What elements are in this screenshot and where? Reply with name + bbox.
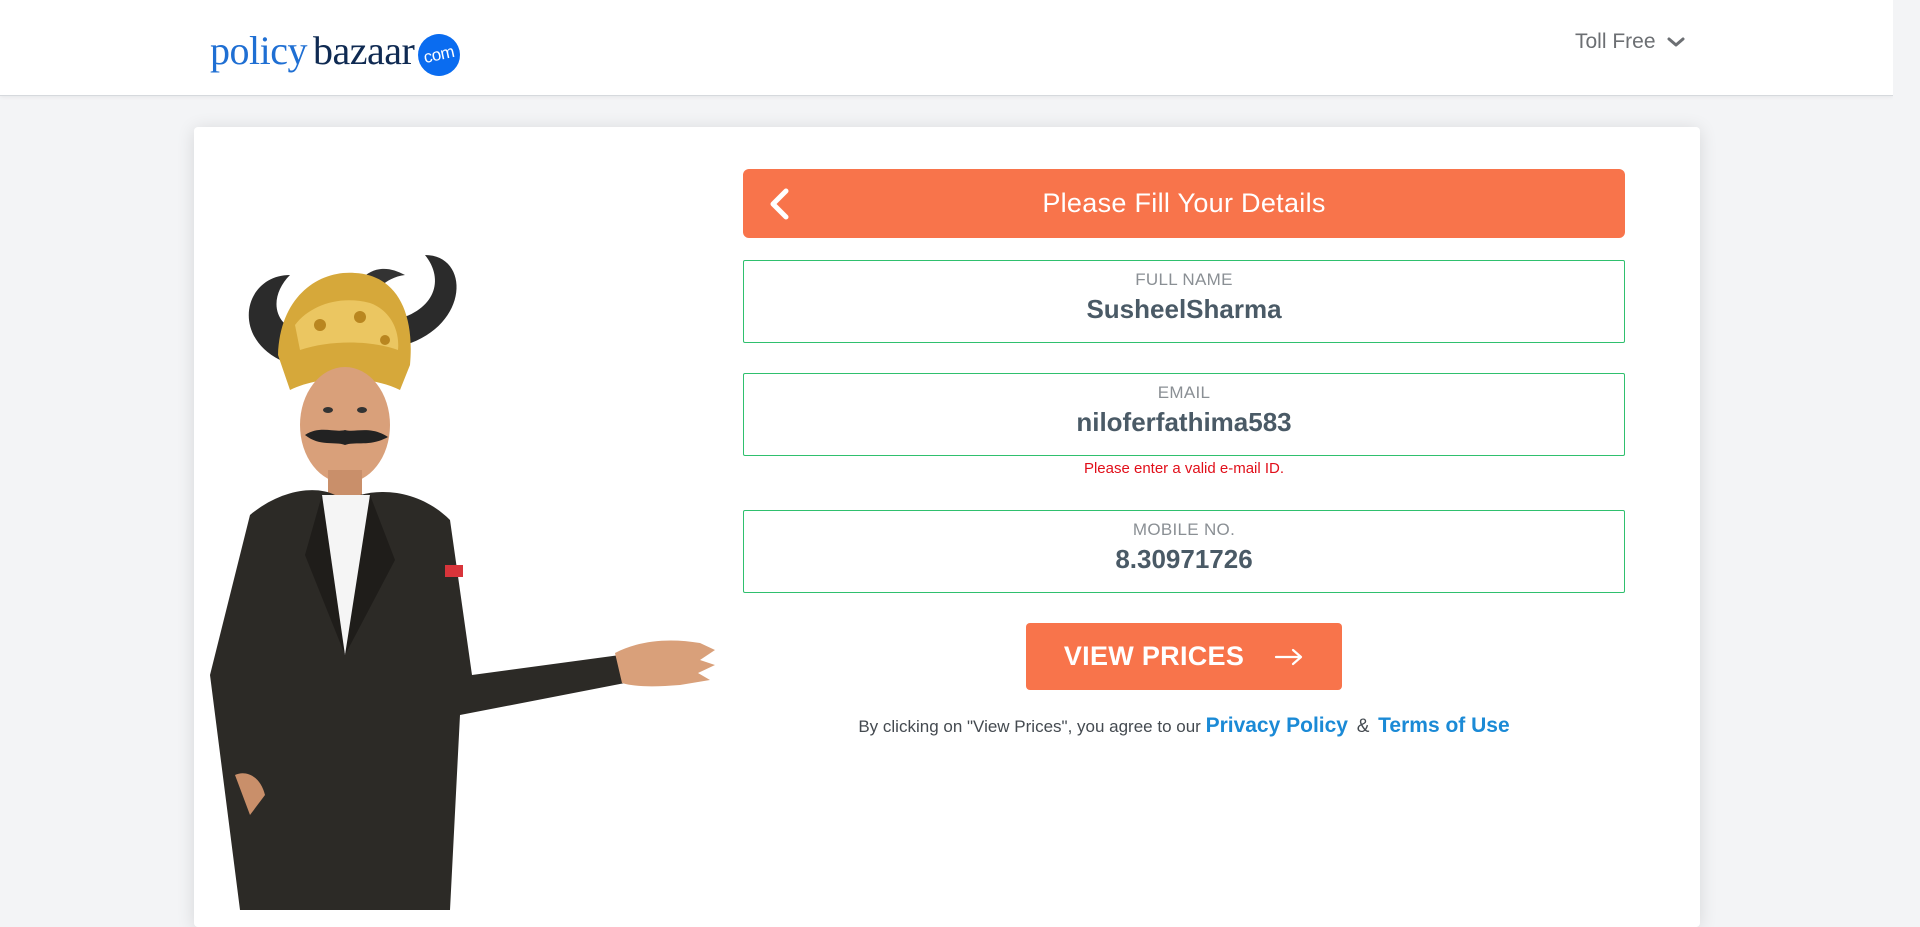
email-field[interactable]: EMAIL bbox=[743, 373, 1625, 456]
top-header: policy bazaar com Toll Free bbox=[0, 0, 1893, 96]
form-header-bar: Please Fill Your Details bbox=[743, 169, 1625, 238]
ampersand-text: & bbox=[1356, 716, 1370, 737]
email-error-message: Please enter a valid e-mail ID. bbox=[1083, 460, 1285, 477]
logo-dotcom-badge: com bbox=[414, 30, 465, 80]
cta-wrapper: VIEW PRICES bbox=[743, 623, 1625, 690]
tollfree-label: Toll Free bbox=[1575, 30, 1656, 53]
mobile-field[interactable]: MOBILE NO. bbox=[743, 510, 1625, 593]
logo-bazaar-text: bazaar bbox=[312, 28, 415, 73]
terms-agreement: By clicking on "View Prices", you agree … bbox=[743, 714, 1625, 738]
form-title: Please Fill Your Details bbox=[1042, 188, 1326, 218]
policybazaar-logo[interactable]: policy bazaar com bbox=[210, 28, 465, 80]
mobile-label: MOBILE NO. bbox=[1132, 520, 1236, 539]
chevron-down-icon bbox=[1667, 37, 1685, 47]
back-button[interactable] bbox=[763, 187, 795, 221]
privacy-policy-link[interactable]: Privacy Policy bbox=[1206, 714, 1348, 737]
full-name-label: FULL NAME bbox=[1135, 270, 1233, 289]
agree-prefix-text: By clicking on "View Prices", you agree … bbox=[858, 717, 1201, 736]
brand-ambassador-illustration bbox=[210, 255, 715, 910]
full-name-field[interactable]: FULL NAME bbox=[743, 260, 1625, 343]
tollfree-dropdown[interactable]: Toll Free bbox=[1575, 30, 1686, 54]
logo-policy-text: policy bbox=[210, 28, 307, 73]
full-name-input[interactable] bbox=[744, 294, 1624, 325]
email-label: EMAIL bbox=[1157, 383, 1211, 402]
mobile-input[interactable] bbox=[744, 544, 1624, 575]
details-form: Please Fill Your Details FULL NAME EMAIL… bbox=[743, 169, 1625, 738]
view-prices-label: VIEW PRICES bbox=[1063, 641, 1245, 671]
chevron-left-icon bbox=[770, 188, 789, 220]
email-input[interactable] bbox=[744, 407, 1624, 438]
terms-of-use-link[interactable]: Terms of Use bbox=[1378, 714, 1510, 737]
scrollbar-gutter bbox=[1893, 0, 1920, 910]
view-prices-button[interactable]: VIEW PRICES bbox=[1026, 623, 1342, 690]
arrow-right-icon bbox=[1275, 648, 1303, 665]
